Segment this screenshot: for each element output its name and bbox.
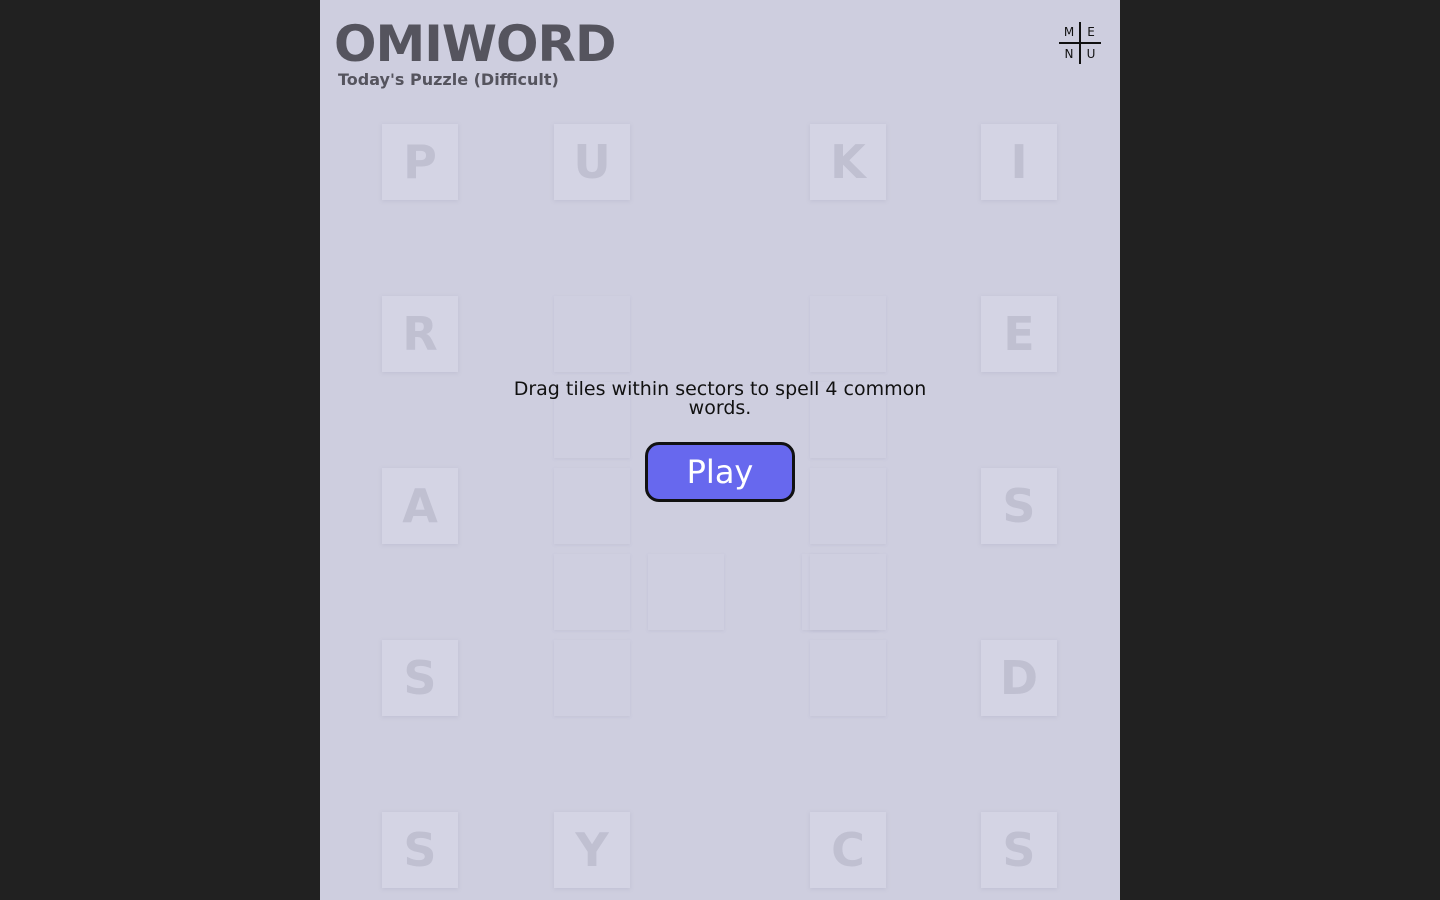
empty-tile-slot [810, 640, 886, 716]
instructions-text: Drag tiles within sectors to spell 4 com… [513, 378, 927, 419]
start-dialog: Drag tiles within sectors to spell 4 com… [500, 378, 940, 502]
empty-tile-slot [810, 296, 886, 372]
empty-tile-slot [810, 468, 886, 544]
letter-tile[interactable]: K [810, 124, 886, 200]
letter-tile[interactable]: S [981, 468, 1057, 544]
letter-tile[interactable]: I [981, 124, 1057, 200]
empty-tile-slot [810, 554, 886, 630]
game-panel: OMIWORD Today's Puzzle (Difficult) M E N… [320, 0, 1120, 900]
empty-tile-slot [554, 640, 630, 716]
letter-tile[interactable]: D [981, 640, 1057, 716]
letter-tile[interactable]: E [981, 296, 1057, 372]
letter-tile[interactable]: Y [554, 812, 630, 888]
empty-tile-slot [554, 554, 630, 630]
letter-tile[interactable]: C [810, 812, 886, 888]
letter-tile[interactable]: P [382, 124, 458, 200]
empty-tile-slot [648, 554, 724, 630]
letter-tile[interactable]: U [554, 124, 630, 200]
letter-tile[interactable]: A [382, 468, 458, 544]
letter-tile[interactable]: R [382, 296, 458, 372]
play-button[interactable]: Play [645, 442, 795, 502]
letter-tile[interactable]: S [382, 640, 458, 716]
empty-tile-slot [554, 296, 630, 372]
letter-tile[interactable]: S [981, 812, 1057, 888]
letter-tile[interactable]: S [382, 812, 458, 888]
empty-tile-slot [554, 468, 630, 544]
